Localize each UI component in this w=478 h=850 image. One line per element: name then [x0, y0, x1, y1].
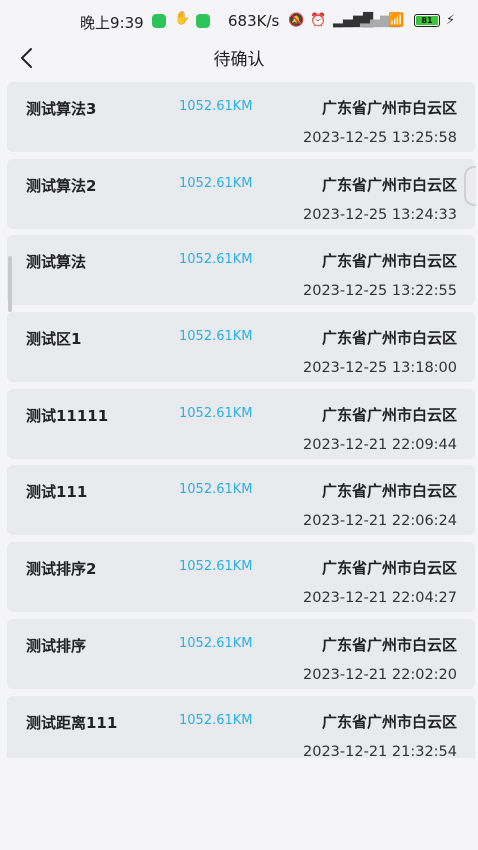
item-distance: 1052.61KM — [179, 482, 253, 498]
item-time: 2023-12-25 13:24:33 — [303, 206, 457, 223]
item-name: 测试算法 — [26, 253, 87, 272]
item-address: 广东省广州市白云区 — [321, 482, 457, 501]
list-item[interactable]: 测试算法 1052.61KM 广东省广州市白云区 2023-12-25 13:22:5… — [7, 235, 475, 306]
item-distance: 1052.61KM — [179, 329, 253, 345]
item-address: 广东省广州市白云区 — [321, 252, 457, 271]
page-title: 待确认 — [213, 50, 265, 70]
network-speed: 683K/s — [228, 12, 280, 30]
item-name: 测试距离111 — [26, 713, 118, 732]
item-time: 2023-12-21 22:06:24 — [303, 513, 457, 530]
list-item[interactable]: 测试区1 1052.61KM 广东省广州市白云区 2023-12-25 13:18:0… — [7, 312, 475, 383]
wifi-icon: 📶 — [388, 13, 405, 28]
hand-icon: ✋ — [174, 11, 191, 26]
item-address: 广东省广州市白云区 — [321, 405, 457, 424]
item-distance: 1052.61KM — [179, 175, 253, 191]
mute-icon: 🔕 — [288, 13, 305, 28]
item-name: 测试排序 — [26, 636, 87, 655]
status-time: 晚上9:39 — [80, 14, 144, 32]
item-distance: 1052.61KM — [179, 712, 253, 728]
item-distance: 1052.61KM — [179, 252, 253, 268]
item-name: 测试算法3 — [26, 100, 97, 118]
item-time: 2023-12-21 22:02:20 — [303, 666, 457, 683]
item-name: 测试算法2 — [26, 176, 97, 195]
item-time: 2023-12-25 13:25:58 — [303, 130, 457, 146]
item-distance: 1052.61KM — [179, 635, 253, 651]
list-item[interactable]: 测试算法3 1052.61KM 广东省广州市白云区 2023-12-25 13:25:… — [7, 82, 475, 152]
item-address: 广东省广州市白云区 — [321, 99, 457, 117]
battery-level: 81 — [416, 16, 438, 25]
list-item[interactable]: 测试排序2 1052.61KM 广东省广州市白云区 2023-12-21 22:04:… — [7, 542, 475, 613]
app-notification-icon — [152, 14, 166, 28]
item-name: 测试111 — [26, 483, 88, 502]
item-address: 广东省广州市白云区 — [321, 559, 457, 578]
item-time: 2023-12-21 22:04:27 — [303, 590, 457, 607]
item-address: 广东省广州市白云区 — [321, 329, 457, 348]
item-time: 2023-12-21 22:09:44 — [303, 436, 457, 453]
list-item[interactable]: 测试距离111 1052.61KM 广东省广州市白云区 2023-12-21 21:3… — [7, 695, 475, 759]
alarm-icon: ⏰ — [310, 13, 327, 28]
side-handle[interactable] — [464, 166, 476, 206]
scroll-indicator — [8, 256, 12, 312]
list-item[interactable]: 测试11111 1052.61KM 广东省广州市白云区 2023-12-21 22:0… — [7, 388, 475, 459]
battery-icon: 81 — [414, 14, 440, 27]
pending-list[interactable]: 测试算法3 1052.61KM 广东省广州市白云区 2023-12-25 13:25:… — [7, 82, 475, 758]
item-address: 广东省广州市白云区 — [321, 175, 457, 194]
wechat-icon — [196, 14, 210, 28]
item-time: 2023-12-21 21:32:54 — [303, 743, 457, 759]
item-time: 2023-12-25 13:22:55 — [303, 283, 457, 300]
item-distance: 1052.61KM — [179, 405, 253, 421]
item-time: 2023-12-25 13:18:00 — [303, 360, 457, 377]
charging-icon: ⚡ — [446, 13, 456, 28]
item-distance: 1052.61KM — [179, 559, 253, 575]
item-name: 测试11111 — [26, 406, 109, 425]
item-address: 广东省广州市白云区 — [321, 712, 457, 731]
item-distance: 1052.61KM — [179, 99, 253, 114]
list-item[interactable]: 测试算法2 1052.61KM 广东省广州市白云区 2023-12-25 13:24:… — [7, 158, 475, 229]
header: 待确认 — [0, 40, 478, 76]
item-name: 测试区1 — [26, 330, 82, 349]
list-item[interactable]: 测试111 1052.61KM 广东省广州市白云区 2023-12-21 22:06:… — [7, 465, 475, 536]
item-name: 测试排序2 — [26, 560, 97, 579]
list-item[interactable]: 测试排序 1052.61KM 广东省广州市白云区 2023-12-21 22:02:2… — [7, 618, 475, 689]
status-bar: 晚上9:39 ✋ 683K/s 🔕 ⏰ ▂▄▆█ ▂▄▆█ 📶 81 ⚡ — [0, 0, 478, 40]
item-address: 广东省广州市白云区 — [321, 635, 457, 654]
